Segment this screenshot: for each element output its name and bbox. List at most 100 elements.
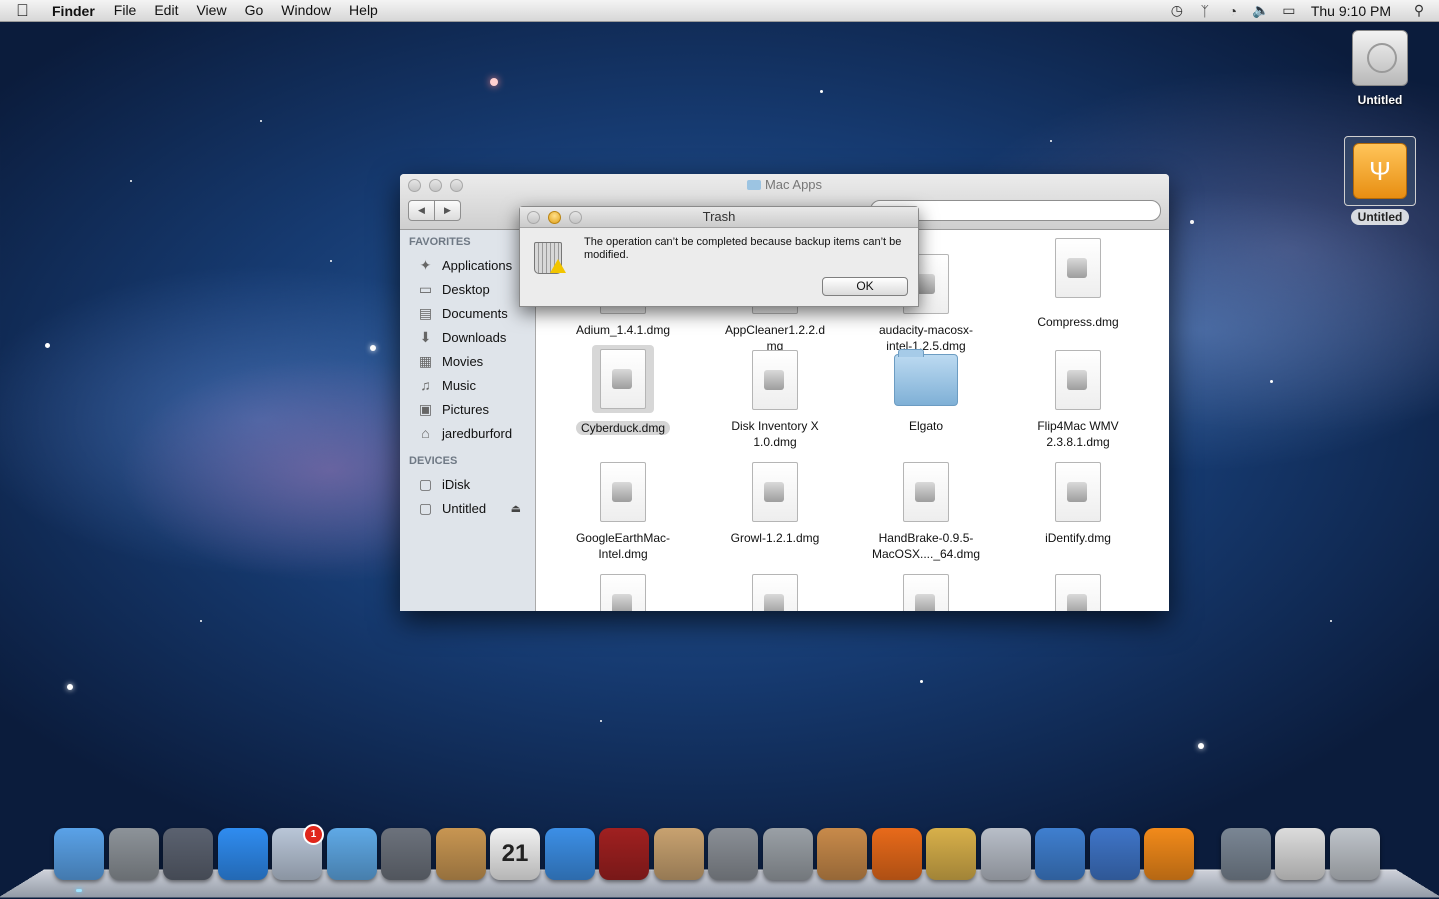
file-item[interactable] [700,574,850,611]
running-indicator [76,889,82,892]
menu-file[interactable]: File [105,0,146,21]
dock-item-compress[interactable] [817,828,867,880]
file-name: Disk Inventory X 1.0.dmg [731,419,819,449]
menu-window[interactable]: Window [272,0,340,21]
sidebar-item-music[interactable]: ♫ Music [400,373,535,397]
dock-item-firefox[interactable] [871,828,922,880]
dock-item-ichat[interactable] [980,828,1031,880]
sidebar-item-applications[interactable]: ✦ Applications [400,253,535,277]
sidebar-item-pictures[interactable]: ▣ Pictures [400,397,535,421]
desktop-icon-hard-drive[interactable]: Untitled [1335,30,1425,108]
file-item[interactable]: GoogleEarthMac- Intel.dmg [548,462,698,562]
sidebar-item-desktop[interactable]: ▭ Desktop [400,277,535,301]
folder-icon [894,349,958,406]
dock-item-address-book[interactable] [435,828,486,880]
menu-view[interactable]: View [187,0,235,21]
dock-item-mail[interactable]: 1 [272,824,324,880]
dock-item-adium[interactable] [926,828,976,880]
file-item[interactable]: Growl-1.2.1.dmg [700,462,850,546]
file-name: Compress.dmg [1037,315,1119,329]
file-item[interactable]: Disk Inventory X 1.0.dmg [700,350,850,450]
folder-icon [746,180,761,190]
dock-item-documents-stack[interactable] [1220,828,1271,880]
desktop-icon-label: Untitled [1357,93,1403,107]
file-item[interactable]: iDentify.dmg [1003,462,1153,546]
file-item[interactable] [548,574,698,611]
file-item-selected[interactable]: Cyberduck.dmg [548,345,698,436]
sidebar-item-home[interactable]: ⌂ jaredburford [400,421,535,445]
desktop-icon: ▭ [418,280,433,297]
apple-menu-icon[interactable]:  [16,0,36,21]
wifi-icon[interactable]: ◔ [1219,3,1247,19]
dock-item-photo-booth[interactable] [163,828,213,880]
window-title-text: Mac Apps [764,177,823,192]
dock-item-iphoto[interactable] [653,828,704,880]
star [490,78,498,86]
dock-item-safari[interactable] [326,828,377,880]
battery-icon[interactable]: ▭ [1275,2,1303,19]
alert-titlebar[interactable]: Trash [520,207,918,228]
file-name: Growl-1.2.1.dmg [730,531,820,545]
dock-item-itunes[interactable] [544,828,595,880]
dock-item-trash[interactable] [1329,828,1380,880]
menu-app-name[interactable]: Finder [36,3,105,19]
disk-image-icon [752,574,798,611]
sidebar-item-documents[interactable]: ▤ Documents [400,301,535,325]
disk-image-icon [752,462,798,522]
dock-item-photo-browser[interactable] [599,828,649,880]
star [600,720,602,722]
dock-item-ftp-client[interactable] [1089,828,1140,880]
menu-edit[interactable]: Edit [145,0,187,21]
dock-item-system-preferences[interactable] [708,828,758,880]
file-item[interactable] [1003,574,1153,611]
file-item[interactable]: HandBrake-0.9.5- MacOSX...._64.dmg [851,462,1001,562]
dock-item-app-store[interactable] [217,828,268,880]
disk-image-icon [600,574,646,611]
alert-dialog: Trash The operation can’t be completed b… [519,206,919,307]
dock-item-ical[interactable]: 21 [490,828,540,880]
eject-icon[interactable]: ⏏ [511,502,521,515]
sidebar-item-label: iDisk [442,476,471,492]
home-icon: ⌂ [421,424,430,441]
star [1330,620,1332,622]
dock-item-facetime[interactable] [381,828,431,880]
clock[interactable]: Thu 9:10 PM [1303,3,1405,19]
file-item[interactable] [851,574,1001,611]
forward-button[interactable]: ▶ [435,200,461,221]
file-item[interactable]: Compress.dmg [1003,238,1153,330]
file-item[interactable]: Flip4Mac WMV 2.3.8.1.dmg [1003,350,1153,450]
star [1198,743,1204,749]
sidebar-item-untitled[interactable]: ▢ Untitled ⏏ [400,496,535,520]
dock-item-remote-desktop[interactable] [1035,828,1085,880]
dock-item-downloads-stack[interactable] [1275,828,1325,880]
applications-icon: ✦ [419,256,432,273]
menu-bar:  Finder File Edit View Go Window Help ◷… [0,0,1439,22]
disk-image-icon [1055,238,1101,298]
menu-go[interactable]: Go [236,0,273,21]
back-button[interactable]: ◀ [408,200,435,221]
volume-icon[interactable]: 🔈 [1247,2,1275,19]
disk-image-icon [600,349,646,409]
dock-item-finder[interactable] [54,828,104,880]
dock-item-app-cleaner[interactable] [762,828,813,880]
sidebar-item-label: Desktop [442,281,490,297]
sidebar-item-downloads[interactable]: ⬇ Downloads [400,325,535,349]
sidebar-item-idisk[interactable]: ▢ iDisk [400,472,535,496]
bluetooth-icon[interactable]: ᛉ [1191,3,1219,19]
menu-help[interactable]: Help [340,0,387,21]
nav-buttons: ◀ ▶ [408,200,461,221]
dock-item-vlc[interactable] [1144,828,1194,880]
hard-drive-icon [1352,30,1408,86]
time-machine-icon[interactable]: ◷ [1163,2,1191,19]
selection-frame: Ψ [1344,136,1416,206]
spotlight-search-icon[interactable]: ⚲ [1405,2,1433,19]
star [920,680,923,683]
sidebar-item-movies[interactable]: ▦ Movies [400,349,535,373]
ok-button[interactable]: OK [822,277,908,296]
pictures-icon: ▣ [418,400,433,417]
dock-item-launchpad[interactable] [108,828,159,880]
file-item[interactable]: Elgato [851,349,1001,434]
desktop-icon-usb-drive[interactable]: Ψ Untitled [1335,136,1425,225]
status-area: ◷ ᛉ ◔ 🔈 ▭ Thu 9:10 PM ⚲ [1163,0,1439,21]
disk-image-icon [903,574,949,611]
